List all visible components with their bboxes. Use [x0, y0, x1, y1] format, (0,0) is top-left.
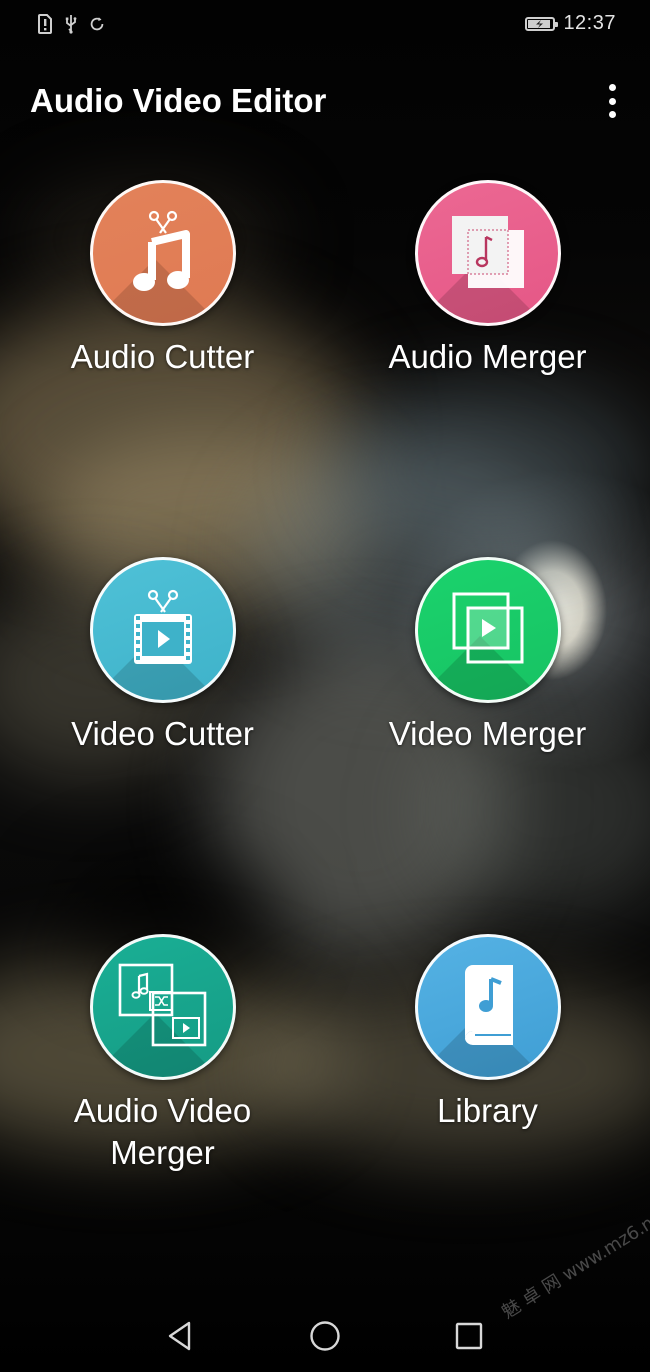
library-button[interactable]: Library	[325, 934, 650, 1132]
back-triangle-icon[interactable]	[160, 1318, 200, 1354]
tile-label: Audio Cutter	[70, 338, 255, 375]
home-circle-icon[interactable]	[305, 1318, 345, 1354]
video-merger-button[interactable]: Video Merger	[325, 557, 650, 755]
video-cutter-button[interactable]: Video Cutter	[0, 557, 325, 755]
audio-video-merger-button[interactable]: Audio Video Merger	[0, 934, 325, 1174]
recent-square-icon[interactable]	[449, 1318, 489, 1354]
tile-label: Library	[437, 1092, 538, 1129]
app-bar: Audio Video Editor	[0, 70, 650, 134]
library-icon	[414, 934, 561, 1080]
status-time: 12:37	[563, 12, 616, 34]
tile-label-line-2: Merger	[110, 1134, 215, 1171]
status-icons	[36, 14, 106, 34]
audio-video-merger-icon	[89, 934, 236, 1080]
sync-icon	[88, 14, 106, 34]
app-title: Audio Video Editor	[30, 82, 327, 119]
usb-icon	[62, 14, 80, 34]
audio-cutter-button[interactable]: Audio Cutter	[0, 180, 325, 378]
battery-charging-icon	[525, 16, 559, 31]
video-cutter-icon	[89, 557, 236, 703]
tile-label-line-1: Audio Video	[73, 1092, 252, 1129]
status-bar: 12:37	[0, 0, 650, 50]
tile-label: Video Cutter	[71, 715, 254, 752]
more-vertical-icon[interactable]	[600, 84, 624, 118]
tile-label: Audio Merger	[388, 338, 587, 375]
tile-label: Audio Video Merger	[0, 1090, 325, 1174]
audio-merger-button[interactable]: Audio Merger	[325, 180, 650, 378]
navigation-bar	[0, 1300, 650, 1372]
tile-label: Video Merger	[388, 715, 587, 752]
audio-cutter-icon	[89, 180, 236, 326]
alert-icon	[36, 14, 54, 34]
audio-merger-icon	[414, 180, 561, 326]
video-merger-icon	[414, 557, 561, 703]
